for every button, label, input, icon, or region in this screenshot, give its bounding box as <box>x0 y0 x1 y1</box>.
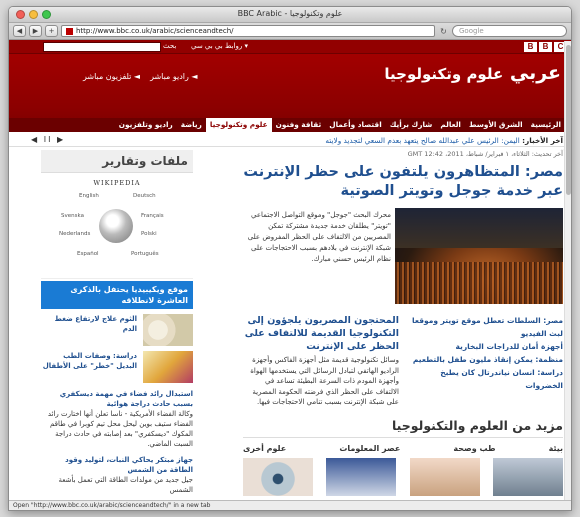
wiki-lang: Nederlands <box>59 231 91 237</box>
sidebar-item: دراسة: وصفات الطب البديل "خطر" على الأطف… <box>41 351 193 383</box>
search-field[interactable]: Google <box>452 25 567 37</box>
back-button[interactable]: ◀ <box>13 25 26 37</box>
browser-window: BBC Arabic - علوم وتكنولوجيا ◀ ▶ + http:… <box>8 6 572 511</box>
related-link[interactable]: أجهزة أمان للدراجات البخارية <box>407 340 564 353</box>
secondary-summary: وسائل تكنولوجية قديمة مثل أجهزة الفاكس و… <box>250 356 399 406</box>
ticker-label: آخر الأخبار: <box>522 136 563 145</box>
forward-button[interactable]: ▶ <box>29 25 42 37</box>
sidebar-item-title[interactable]: دراسة: وصفات الطب البديل "خطر" على الأطف… <box>41 351 137 371</box>
nav-item[interactable]: الشرق الأوسط <box>465 118 527 132</box>
nav-item[interactable]: الرئيسية <box>527 118 565 132</box>
sidebar-story: استبدال رائد فضاء في مهمة ديسكفري بسبب ح… <box>41 389 193 449</box>
vertical-scrollbar[interactable] <box>564 41 571 500</box>
category-thumbnails <box>243 457 563 496</box>
nav-item[interactable]: ثقافة وفنون <box>272 118 326 132</box>
wiki-lang: Français <box>141 213 164 219</box>
sidebar-item: الثوم علاج لارتفاع ضغط الدم <box>41 314 193 346</box>
related-link[interactable]: مصر: السلطات تعطل موقع تويتر وموقعا لبث … <box>407 314 563 340</box>
lead-story: محرك البحث "جوجل" وموقع التواصل الاجتماع… <box>243 206 563 306</box>
main-nav: الرئيسية الشرق الأوسط العالم شارك برأيك اقتص… <box>9 118 571 132</box>
secondary-stories: المحتجون المصريون يلجؤون إلى التكنولوجيا… <box>243 314 563 408</box>
live-radio-link[interactable]: ◄ راديو مباشر <box>150 72 198 81</box>
lead-headline[interactable]: مصر: المتظاهرون يلتفون على حظر الإنترنت … <box>243 163 563 201</box>
ticker-controls[interactable]: ▶ II ◀ <box>31 135 65 144</box>
secondary-headline[interactable]: المحتجون المصريون يلجؤون إلى التكنولوجيا… <box>243 314 399 353</box>
category-labels: بيئة طب وصحة عصر المعلومات علوم أخرى <box>243 444 563 453</box>
secondary-story: المحتجون المصريون يلجؤون إلى التكنولوجيا… <box>243 314 399 408</box>
image-crowd <box>395 262 563 304</box>
pills-image[interactable] <box>143 351 193 383</box>
sidebar-story-text: وكالة الفضاء الأمريكية - ناسا تعلن أنها … <box>47 410 193 448</box>
featured-report-title[interactable]: موقع ويكيبيديا يحتفل بالذكرى العاشرة لان… <box>41 281 193 309</box>
reload-icon[interactable]: ↻ <box>438 26 449 37</box>
wikipedia-globe-icon <box>99 209 133 243</box>
bbc-header: بحث روابط بي بي سي ▾ B B C عربي علوم وتك… <box>9 40 571 132</box>
wikipedia-wordmark: WIKIPEDIA <box>93 179 141 187</box>
window-title: BBC Arabic - علوم وتكنولوجيا <box>237 9 343 18</box>
site-brand[interactable]: عربي علوم وتكنولوجيا <box>384 62 561 84</box>
title-bar: BBC Arabic - علوم وتكنولوجيا <box>9 7 571 23</box>
image-sky <box>395 208 563 248</box>
browser-toolbar: ◀ ▶ + http://www.bbc.co.uk/arabic/scienc… <box>9 23 571 40</box>
nav-item[interactable]: علوم وتكنولوجيا <box>205 118 272 132</box>
sidebar-story: جهاز مبتكر يحاكي النبات، لتوليد وقود الط… <box>41 455 193 495</box>
address-text: http://www.bbc.co.uk/arabic/scienceandte… <box>76 26 234 35</box>
bbc-top-bar: بحث روابط بي بي سي ▾ B B C <box>9 40 571 54</box>
sidebar: ملفات وتقارير WIKIPEDIA English Deutsch … <box>41 150 193 495</box>
page-content: آخر تحديث: الثلاثاء، ١ فبراير/ شباط، 201… <box>9 148 571 500</box>
scrollbar-thumb[interactable] <box>566 45 571 195</box>
category-environment[interactable]: بيئة <box>549 444 563 453</box>
wiki-lang: English <box>79 193 99 199</box>
last-updated: آخر تحديث: الثلاثاء، ١ فبراير/ شباط، 201… <box>407 150 563 158</box>
more-section-title: مزيد من العلوم والتكنولوجيا <box>243 418 563 438</box>
wiki-lang: Português <box>131 251 159 257</box>
bbc-logo-letter: B <box>524 42 537 52</box>
category-health[interactable]: طب وصحة <box>453 444 495 453</box>
sidebar-item-title[interactable]: الثوم علاج لارتفاع ضغط الدم <box>41 314 137 334</box>
nav-item[interactable]: شارك برأيك <box>386 118 437 132</box>
nav-item[interactable]: رياضة <box>177 118 206 132</box>
thumbnail-info-age[interactable] <box>326 457 397 496</box>
bbc-search-button[interactable]: بحث <box>163 42 176 50</box>
bbc-search-input[interactable] <box>43 42 161 52</box>
nav-item[interactable]: العالم <box>436 118 465 132</box>
sidebar-story-title[interactable]: استبدال رائد فضاء في مهمة ديسكفري بسبب ح… <box>41 389 193 409</box>
sidebar-story-title[interactable]: جهاز مبتكر يحاكي النبات، لتوليد وقود الط… <box>41 455 193 475</box>
category-info-age[interactable]: عصر المعلومات <box>339 444 400 453</box>
sidebar-title: ملفات وتقارير <box>41 150 193 173</box>
live-links: ◄ راديو مباشر ◄ تلفزيون مباشر <box>83 72 198 81</box>
thumbnail-environment[interactable] <box>493 457 563 496</box>
wiki-lang: Deutsch <box>133 193 156 199</box>
related-link[interactable]: منظمة: يمكن إنقاذ مليون طفل بالتطعيم <box>407 353 563 366</box>
category-other-science[interactable]: علوم أخرى <box>243 444 286 453</box>
nav-item[interactable]: راديو وتلفزيون <box>115 118 177 132</box>
ticker-headline[interactable]: اليمن: الرئيس علي عبدالله صالح يتعهد بعد… <box>325 136 519 145</box>
wiki-lang: Svenska <box>61 213 84 219</box>
brand-main: عربي <box>509 62 561 84</box>
brand-section: علوم وتكنولوجيا <box>384 65 504 83</box>
breaking-news-ticker: آخر الأخبار: اليمن: الرئيس علي عبدالله ص… <box>9 132 571 147</box>
bbc-logo-letter: B <box>539 42 552 52</box>
related-link[interactable]: دراسة: انسان نياندرتال كان يطبخ الخضروات <box>407 366 563 392</box>
bbc-logo[interactable]: B B C <box>524 42 567 52</box>
wiki-lang: Polski <box>141 231 157 237</box>
bbc-links-dropdown[interactable]: روابط بي بي سي ▾ <box>191 42 248 50</box>
wiki-lang: Español <box>77 251 99 257</box>
live-tv-link[interactable]: ◄ تلفزيون مباشر <box>83 72 140 81</box>
status-bar: Open "http://www.bbc.co.uk/arabic/scienc… <box>9 500 571 510</box>
garlic-image[interactable] <box>143 314 193 346</box>
thumbnail-health[interactable] <box>409 457 480 496</box>
address-bar[interactable]: http://www.bbc.co.uk/arabic/scienceandte… <box>61 25 435 37</box>
lead-image[interactable] <box>395 208 563 304</box>
main-column: مصر: المتظاهرون يلتفون على حظر الإنترنت … <box>243 163 563 496</box>
nav-item[interactable]: اقتصاد وأعمال <box>325 118 385 132</box>
sidebar-story-text: جيل جديد من مولدات الطاقة التي تعمل بأشع… <box>58 476 193 494</box>
related-links: مصر: السلطات تعطل موقع تويتر وموقعا لبث … <box>407 314 563 408</box>
wikipedia-image[interactable]: WIKIPEDIA English Deutsch Français Polsk… <box>41 173 193 279</box>
add-bookmark-button[interactable]: + <box>45 25 58 37</box>
thumbnail-other-science[interactable] <box>243 457 314 496</box>
lead-summary: محرك البحث "جوجل" وموقع التواصل الاجتماع… <box>247 211 391 263</box>
favicon-icon <box>66 27 73 35</box>
